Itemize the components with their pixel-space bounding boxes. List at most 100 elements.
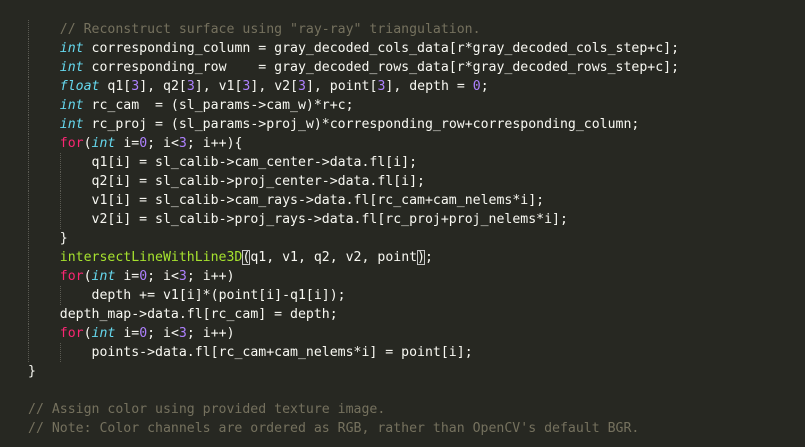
code-text-token: i= xyxy=(115,136,140,151)
code-line[interactable]: float q1[3], q2[3], v1[3], v2[3], point[… xyxy=(0,77,679,96)
code-text-token: depth_map->data.fl[rc_cam] = depth; xyxy=(59,307,338,322)
indent-guide xyxy=(28,286,29,305)
code-line[interactable]: v1[i] = sl_calib->cam_rays->data.fl[rc_c… xyxy=(0,191,679,210)
comment-token: // Reconstruct surface using "ray-ray" t… xyxy=(59,22,481,37)
code-line[interactable]: depth_map->data.fl[rc_cam] = depth; xyxy=(0,305,679,324)
code-line[interactable]: depth += v1[i]*(point[i]-q1[i]); xyxy=(0,286,679,305)
code-text-token: ( xyxy=(83,269,92,284)
code-text-token: ; i++) xyxy=(186,269,235,284)
code-text-token: rc_cam = (sl_params->cam_w)*r+c; xyxy=(83,98,354,113)
code-line[interactable]: q2[i] = sl_calib->proj_center->data.fl[i… xyxy=(0,172,679,191)
code-text-token: ], q2[ xyxy=(139,79,187,94)
type-token: int xyxy=(59,117,84,132)
code-text-token: ], depth = xyxy=(385,79,473,94)
code-text-token: q1[i] = sl_calib->cam_center->data.fl[i]… xyxy=(91,155,418,170)
code-text-token: ; i< xyxy=(147,326,179,341)
code-text-token: ; i++) xyxy=(186,326,235,341)
code-area[interactable]: // Reconstruct surface using "ray-ray" t… xyxy=(0,20,679,438)
code-text-token: ; xyxy=(480,79,489,94)
number-token: 3 xyxy=(186,79,195,94)
code-text-token: points->data.fl[rc_cam+cam_nelems*i] = p… xyxy=(91,345,473,360)
code-line[interactable]: // Reconstruct surface using "ray-ray" t… xyxy=(0,20,679,39)
code-text-token: rc_proj = (sl_params->proj_w)*correspond… xyxy=(83,117,640,132)
number-token: 0 xyxy=(139,269,148,284)
indent-guide xyxy=(28,77,29,96)
type-token: int xyxy=(91,269,116,284)
number-token: 3 xyxy=(131,79,140,94)
code-line[interactable]: // Note: Color channels are ordered as R… xyxy=(0,419,679,438)
code-text-token: i= xyxy=(115,326,140,341)
code-text-token: corresponding_row = gray_decoded_rows_da… xyxy=(83,60,680,75)
number-token: 0 xyxy=(472,79,481,94)
code-text-token: q2[i] = sl_calib->proj_center->data.fl[i… xyxy=(91,174,425,189)
code-line[interactable]: q1[i] = sl_calib->cam_center->data.fl[i]… xyxy=(0,153,679,172)
code-line[interactable]: int corresponding_column = gray_decoded_… xyxy=(0,39,679,58)
comment-token: // Note: Color channels are ordered as R… xyxy=(28,421,640,436)
code-text-token: ; i< xyxy=(147,269,179,284)
comment-token: // Assign color using provided texture i… xyxy=(28,402,386,417)
code-text-token: corresponding_column = gray_decoded_cols… xyxy=(83,41,680,56)
code-line[interactable]: int rc_proj = (sl_params->proj_w)*corres… xyxy=(0,115,679,134)
indent-guide xyxy=(28,305,29,324)
code-line[interactable]: int corresponding_row = gray_decoded_row… xyxy=(0,58,679,77)
code-text-token: q1, v1, q2, v2, point xyxy=(250,250,418,265)
code-line[interactable]: for(int i=0; i<3; i++) xyxy=(0,267,679,286)
code-line[interactable] xyxy=(0,381,679,400)
code-text-token: } xyxy=(59,231,68,246)
indent-guide xyxy=(28,134,29,153)
type-token: int xyxy=(91,326,116,341)
code-text-token: ; xyxy=(425,250,433,265)
indent-guide xyxy=(28,39,29,58)
code-line[interactable]: } xyxy=(0,362,679,381)
indent-guide xyxy=(28,58,29,77)
code-line[interactable]: intersectLineWithLine3D(q1, v1, q2, v2, … xyxy=(0,248,679,267)
code-line[interactable]: // Assign color using provided texture i… xyxy=(0,400,679,419)
code-text-token: q1[ xyxy=(99,79,132,94)
number-token: 0 xyxy=(139,136,148,151)
code-text-token: } xyxy=(28,364,36,379)
keyword-token: for xyxy=(59,269,84,284)
indent-guide xyxy=(28,153,29,172)
number-token: 0 xyxy=(139,326,148,341)
type-token: int xyxy=(59,41,84,56)
number-token: 3 xyxy=(298,79,306,94)
indent-guide xyxy=(59,191,61,210)
keyword-token: for xyxy=(59,326,84,341)
indent-guide xyxy=(59,210,61,229)
type-token: float xyxy=(59,79,100,94)
number-token: 3 xyxy=(178,136,187,151)
indent-guide xyxy=(28,172,29,191)
code-line[interactable]: for(int i=0; i<3; i++){ xyxy=(0,134,679,153)
indent-guide xyxy=(59,172,61,191)
code-line[interactable]: int rc_cam = (sl_params->cam_w)*r+c; xyxy=(0,96,679,115)
code-line[interactable]: points->data.fl[rc_cam+cam_nelems*i] = p… xyxy=(0,343,679,362)
code-text-token: ], point[ xyxy=(305,79,378,94)
code-editor[interactable]: // Reconstruct surface using "ray-ray" t… xyxy=(0,0,805,447)
indent-guide xyxy=(59,286,61,305)
code-line[interactable]: } xyxy=(0,229,679,248)
type-token: int xyxy=(59,98,84,113)
matched-bracket: ) xyxy=(417,250,426,265)
code-text-token: ( xyxy=(83,326,92,341)
code-text-token: ], v2[ xyxy=(250,79,299,94)
code-line[interactable]: for(int i=0; i<3; i++) xyxy=(0,324,679,343)
number-token: 3 xyxy=(178,326,187,341)
code-line[interactable]: v2[i] = sl_calib->proj_rays->data.fl[rc_… xyxy=(0,210,679,229)
indent-guide xyxy=(59,153,61,172)
function-name-token: intersectLineWithLine3D xyxy=(59,250,243,265)
indent-guide xyxy=(28,343,29,362)
indent-guide xyxy=(59,343,61,362)
indent-guide xyxy=(28,96,29,115)
